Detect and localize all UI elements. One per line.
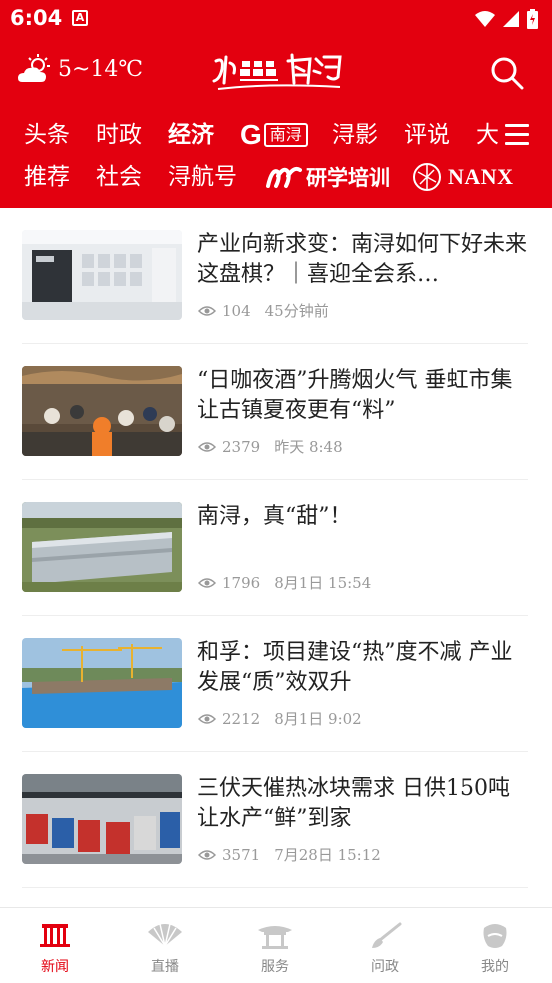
- battery-icon: [527, 9, 538, 29]
- news-thumbnail-image: [22, 230, 182, 320]
- tab-xunying[interactable]: 浔影: [332, 118, 378, 152]
- news-meta: 3571 7月28日 15:12: [198, 844, 381, 865]
- live-fan-icon: [148, 923, 182, 947]
- news-title: 和孚：项目建设“热”度不减 产业发展“质”效双升: [197, 640, 513, 695]
- tab-live[interactable]: 直播: [110, 908, 220, 983]
- tab-mine[interactable]: 我的: [440, 908, 550, 983]
- publish-time: 8月1日 9:02: [274, 710, 362, 728]
- view-count: 104: [222, 301, 251, 320]
- channel-menu-icon[interactable]: [505, 124, 529, 146]
- view-count: 2212: [222, 709, 261, 728]
- eye-icon: [198, 713, 216, 724]
- tab-shizheng[interactable]: 时政: [96, 118, 142, 152]
- tab-news[interactable]: 新闻: [0, 908, 110, 983]
- wifi-icon: [475, 11, 495, 27]
- tab-wenzheng[interactable]: 问政: [330, 908, 440, 983]
- news-thumbnail-image: [22, 366, 182, 456]
- view-count: 2379: [222, 437, 261, 456]
- yanxue-logo-icon: [266, 166, 302, 188]
- tab-yanxue[interactable]: 研学培训: [266, 162, 390, 192]
- signal-icon: [503, 11, 519, 27]
- publish-time: 45分钟前: [264, 302, 329, 320]
- tab-label: 直播: [151, 959, 179, 975]
- tab-service[interactable]: 服务: [220, 908, 330, 983]
- publish-time: 8月1日 15:54: [274, 574, 372, 592]
- g-box-label: 南浔: [263, 123, 308, 147]
- status-time: 6:04: [10, 6, 63, 30]
- channel-row-1: 头条 时政 经济 G 南浔 浔影 评说 大: [0, 118, 552, 152]
- news-gate-icon: [40, 924, 70, 947]
- weather-widget[interactable]: 5~14℃: [18, 54, 143, 84]
- view-count: 3571: [222, 845, 261, 864]
- tab-da[interactable]: 大: [476, 118, 499, 152]
- app-header: 6:04 A 5~14℃ 头条 时政 经济 G 南浔 浔影 评说 大 推荐 社会…: [0, 0, 552, 208]
- news-meta: 104 45分钟前: [198, 300, 329, 321]
- news-thumbnail-image: [22, 502, 182, 592]
- brush-icon: [372, 922, 402, 948]
- news-title: 南浔，真“甜”！: [197, 504, 352, 529]
- g-letter: G: [240, 119, 262, 150]
- eye-icon: [198, 577, 216, 588]
- news-item[interactable]: 和孚：项目建设“热”度不减 产业发展“质”效双升 2212 8月1日 9:02: [22, 616, 528, 752]
- status-icons: [475, 8, 538, 30]
- status-bar: 6:04 A: [0, 0, 552, 38]
- channel-row-2: 推荐 社会 浔航号 研学培训 NANX: [0, 160, 552, 194]
- profile-icon: [483, 924, 507, 948]
- news-meta: 2379 昨天 8:48: [198, 436, 343, 457]
- news-meta: 1796 8月1日 15:54: [198, 572, 371, 593]
- shuixiang-nanxun-logo[interactable]: [210, 47, 344, 95]
- tab-g-nanxun[interactable]: G 南浔: [240, 121, 308, 149]
- eye-icon: [198, 441, 216, 452]
- news-item[interactable]: 南浔，真“甜”！ 1796 8月1日 15:54: [22, 480, 528, 616]
- service-pavilion-icon: [258, 926, 292, 949]
- tab-xunhanghao[interactable]: 浔航号: [168, 160, 237, 194]
- news-item[interactable]: 产业向新求变：南浔如何下好未来这盘棋？｜喜迎全会系… 104 45分钟前: [22, 208, 528, 344]
- news-thumbnail-image: [22, 774, 182, 864]
- tab-pingshuo[interactable]: 评说: [404, 118, 450, 152]
- search-icon[interactable]: [490, 56, 524, 90]
- bottom-tab-bar: 新闻 直播 服务 问政 我的: [0, 907, 552, 983]
- yanxue-label: 研学培训: [306, 166, 390, 190]
- news-title: “日咖夜酒”升腾烟火气 垂虹市集让古镇夏夜更有“料”: [197, 368, 513, 423]
- cloud-sun-icon: [18, 54, 50, 82]
- news-thumbnail-image: [22, 638, 182, 728]
- view-count: 1796: [222, 573, 261, 592]
- news-title: 产业向新求变：南浔如何下好未来这盘棋？｜喜迎全会系…: [197, 232, 528, 287]
- eye-icon: [198, 849, 216, 860]
- tab-shehui[interactable]: 社会: [96, 160, 142, 194]
- tab-jingji[interactable]: 经济: [168, 118, 214, 152]
- notification-icon: A: [72, 10, 88, 26]
- nanx-label: NANX: [448, 164, 514, 189]
- tab-nanx[interactable]: NANX: [412, 162, 514, 192]
- news-title: 三伏天催热冰块需求 日供150吨让水产“鲜”到家: [197, 776, 510, 831]
- news-item[interactable]: 三伏天催热冰块需求 日供150吨让水产“鲜”到家 3571 7月28日 15:1…: [22, 752, 528, 888]
- nanx-logo-icon: [413, 163, 441, 191]
- tab-toutiao[interactable]: 头条: [24, 118, 70, 152]
- tab-label: 服务: [261, 959, 289, 975]
- tab-label: 新闻: [41, 959, 69, 975]
- tab-label: 问政: [371, 959, 399, 975]
- publish-time: 7月28日 15:12: [274, 846, 381, 864]
- temperature-text: 5~14℃: [58, 56, 144, 82]
- publish-time: 昨天 8:48: [274, 438, 343, 456]
- news-item[interactable]: “日咖夜酒”升腾烟火气 垂虹市集让古镇夏夜更有“料” 2379 昨天 8:48: [22, 344, 528, 480]
- news-meta: 2212 8月1日 9:02: [198, 708, 362, 729]
- tab-label: 我的: [481, 959, 509, 975]
- tab-tuijian[interactable]: 推荐: [24, 160, 70, 194]
- eye-icon: [198, 305, 216, 316]
